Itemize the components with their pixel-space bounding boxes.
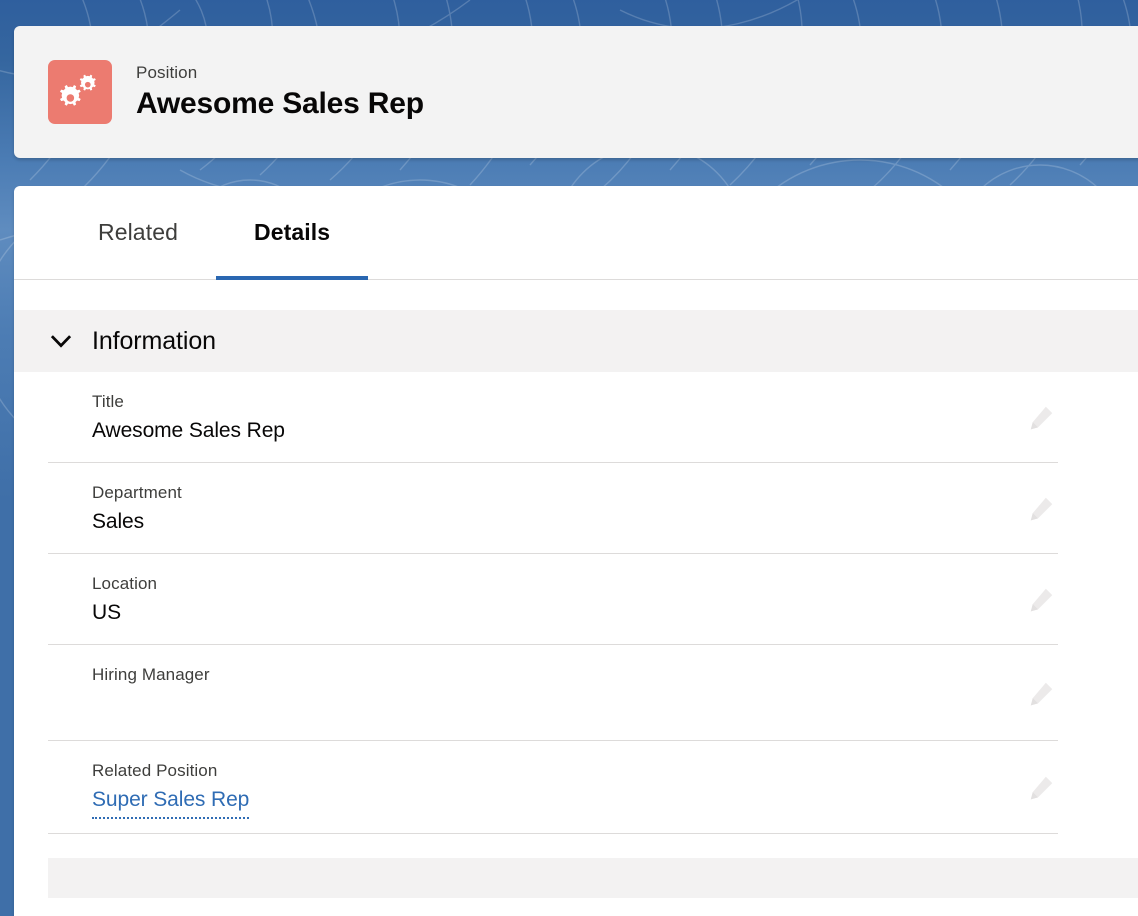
pencil-icon[interactable] bbox=[1028, 773, 1056, 801]
field-label: Related Position bbox=[92, 759, 1058, 783]
record-title-group: Position Awesome Sales Rep bbox=[136, 62, 424, 123]
pencil-icon[interactable] bbox=[1028, 585, 1056, 613]
chevron-down-icon[interactable] bbox=[48, 328, 74, 354]
field-value: US bbox=[92, 596, 1058, 630]
pencil-icon[interactable] bbox=[1028, 679, 1056, 707]
record-tab-bar: Related Details bbox=[14, 186, 1138, 280]
field-value bbox=[92, 687, 1058, 721]
field-row-department: Department Sales bbox=[48, 463, 1058, 554]
field-label: Hiring Manager bbox=[92, 663, 1058, 687]
tab-details[interactable]: Details bbox=[216, 186, 368, 279]
field-row-related-position: Related Position Super Sales Rep bbox=[48, 741, 1058, 834]
pencil-icon[interactable] bbox=[1028, 494, 1056, 522]
information-section-title: Information bbox=[92, 327, 216, 356]
record-detail-card: Related Details Information Title Awesom… bbox=[14, 186, 1138, 916]
field-row-hiring-manager: Hiring Manager bbox=[48, 645, 1058, 741]
field-label: Location bbox=[92, 572, 1058, 596]
page-title: Awesome Sales Rep bbox=[136, 85, 424, 123]
related-position-link[interactable]: Super Sales Rep bbox=[92, 783, 249, 819]
tab-related-label: Related bbox=[98, 219, 178, 246]
tab-related[interactable]: Related bbox=[60, 186, 216, 279]
record-header-content: Position Awesome Sales Rep bbox=[14, 26, 1138, 158]
next-section-header[interactable] bbox=[48, 858, 1138, 898]
field-row-title: Title Awesome Sales Rep bbox=[48, 372, 1058, 463]
field-value: Sales bbox=[92, 505, 1058, 539]
field-label: Title bbox=[92, 390, 1058, 414]
field-value: Awesome Sales Rep bbox=[92, 414, 1058, 448]
cogs-icon bbox=[48, 60, 112, 124]
tab-details-label: Details bbox=[254, 219, 330, 246]
field-list: Title Awesome Sales Rep Department Sales… bbox=[14, 372, 1138, 834]
information-section-header[interactable]: Information bbox=[14, 310, 1138, 372]
record-type-label: Position bbox=[136, 62, 424, 84]
record-header-card: Position Awesome Sales Rep bbox=[14, 26, 1138, 158]
pencil-icon[interactable] bbox=[1028, 403, 1056, 431]
field-row-location: Location US bbox=[48, 554, 1058, 645]
field-label: Department bbox=[92, 481, 1058, 505]
